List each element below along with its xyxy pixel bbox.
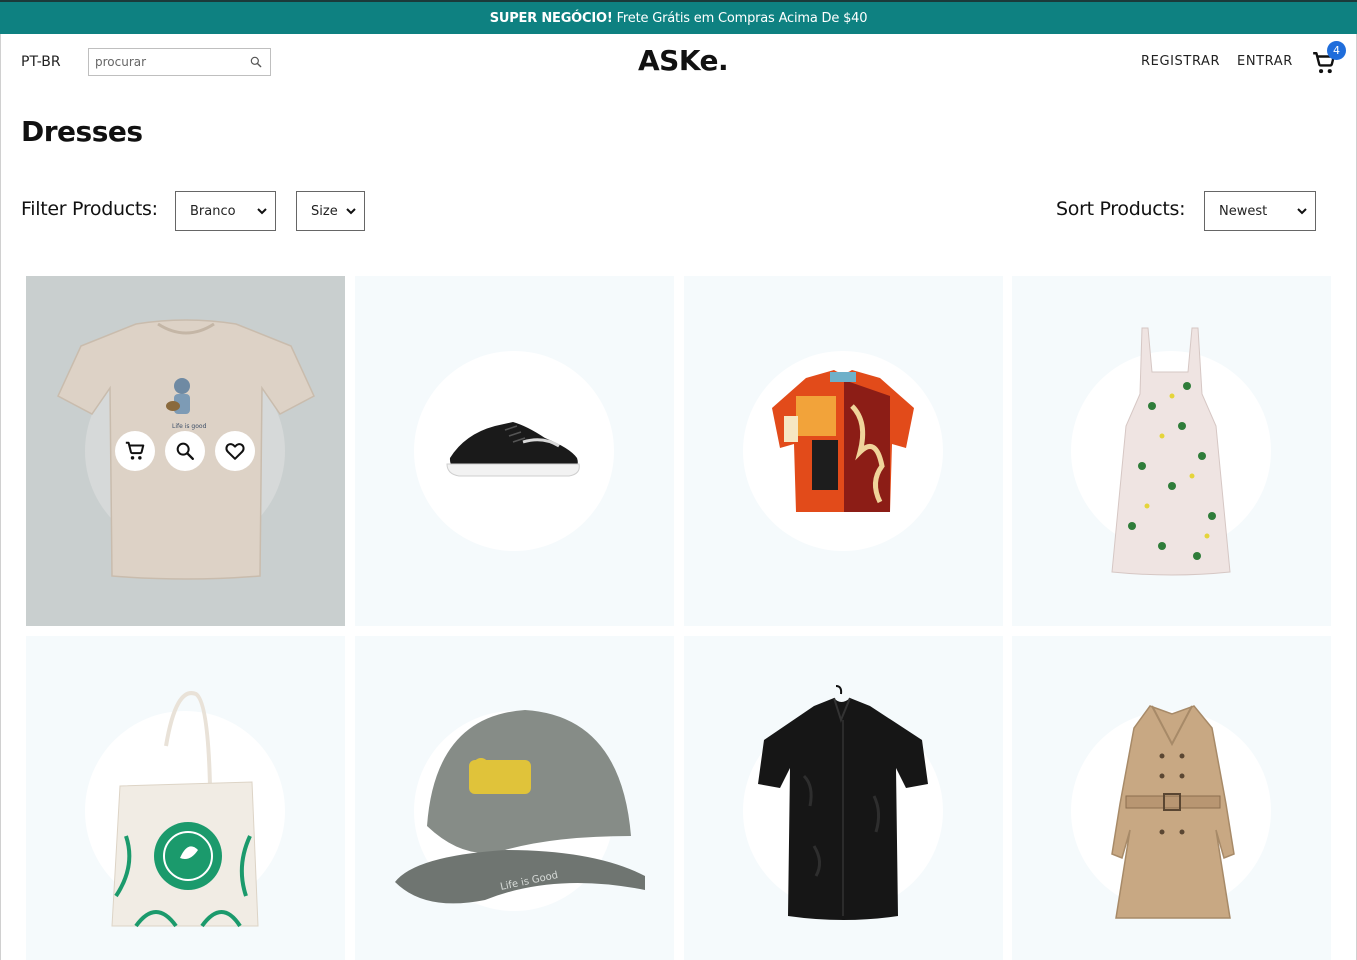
black-shirt-image [758,685,928,920]
heart-icon [225,443,245,460]
chevron-down-icon [257,208,267,215]
cart-count-badge: 4 [1327,41,1346,60]
color-filter-select[interactable]: Branco [175,191,276,231]
product-card[interactable] [684,636,1003,960]
size-filter-value: Size [311,203,338,219]
product-card[interactable] [684,276,1003,626]
trench-coat-image [1111,705,1235,919]
baseball-cap-image: Life is Good [395,710,645,904]
product-card[interactable] [1012,276,1331,626]
sort-select[interactable]: Newest [1204,191,1316,231]
tote-bag-image [111,691,259,928]
printed-shirt-image [772,370,914,512]
color-filter-value: Branco [190,203,236,219]
search-box [88,48,271,76]
chevron-down-icon [346,208,356,215]
page-title: Dresses [21,115,143,148]
product-actions [115,431,255,471]
wishlist-button[interactable] [215,431,255,471]
sort-value: Newest [1219,203,1268,219]
sundress-image [1111,327,1231,576]
language-selector[interactable]: PT-BR [21,54,61,70]
announcement-bar: SUPER NEGÓCIO! Frete Grátis em Compras A… [0,0,1357,34]
product-card[interactable]: Life is Good [355,636,674,960]
announcement-text: Frete Grátis em Compras Acima De $40 [616,10,868,26]
login-link[interactable]: ENTRAR [1237,54,1293,69]
filter-label: Filter Products: [21,198,158,220]
product-card[interactable] [355,276,674,626]
size-filter-select[interactable]: Size [296,191,365,231]
add-to-cart-button[interactable] [115,431,155,471]
search-input[interactable] [95,50,245,74]
register-link[interactable]: REGISTRAR [1141,54,1220,69]
view-product-button[interactable] [165,431,205,471]
brand-logo[interactable]: ASKe. [638,44,729,77]
chevron-down-icon [1297,208,1307,215]
search-icon [176,442,194,460]
product-card[interactable]: Life is good [26,276,345,626]
product-card[interactable] [1012,636,1331,960]
sort-label: Sort Products: [1056,198,1186,220]
product-card[interactable] [26,636,345,960]
announcement-highlight: SUPER NEGÓCIO! [489,10,613,26]
search-icon[interactable] [249,55,263,69]
sneaker-image [446,422,580,477]
svg-text:Life is good: Life is good [172,423,207,430]
cart-icon [125,441,145,460]
navbar: PT-BR ASKe. REGISTRAR ENTRAR 4 [0,34,1357,90]
